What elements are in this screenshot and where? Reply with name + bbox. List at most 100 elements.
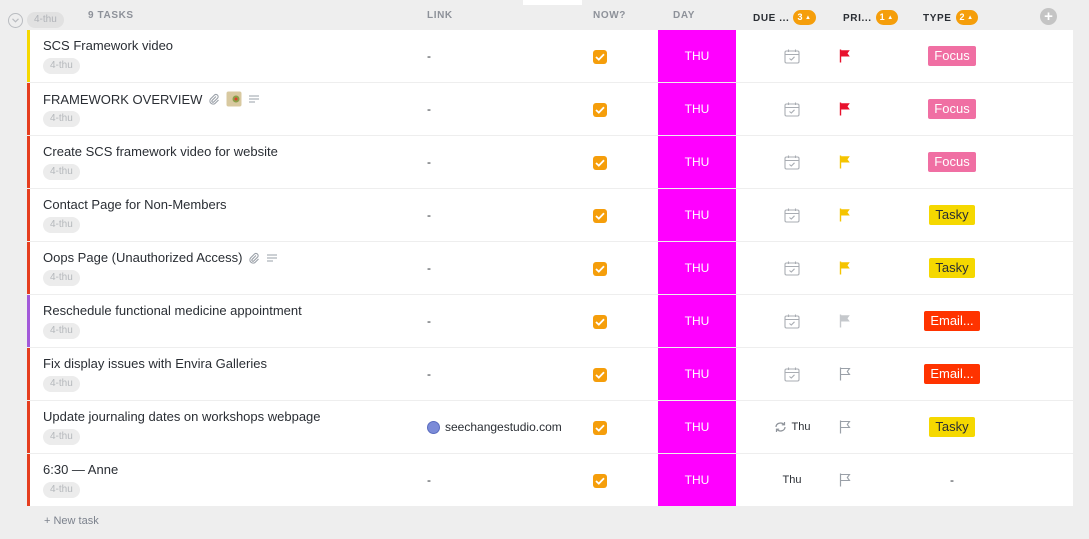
due-date-cell[interactable]: Thu xyxy=(757,401,827,453)
type-cell[interactable]: Email... xyxy=(907,348,997,400)
task-name[interactable]: Create SCS framework video for website xyxy=(43,144,278,159)
now-checkbox[interactable] xyxy=(593,209,607,223)
task-name-text[interactable]: Oops Page (Unauthorized Access) xyxy=(43,250,242,265)
priority-cell[interactable] xyxy=(839,242,859,294)
description-icon[interactable] xyxy=(266,253,278,263)
now-checkbox[interactable] xyxy=(593,156,607,170)
task-name[interactable]: 6:30 — Anne xyxy=(43,462,118,477)
due-date-cell[interactable] xyxy=(757,83,827,135)
day-cell[interactable]: THU xyxy=(658,454,736,506)
task-name[interactable]: FRAMEWORK OVERVIEW xyxy=(43,91,260,107)
now-checkbox[interactable] xyxy=(593,474,607,488)
day-cell[interactable]: THU xyxy=(658,242,736,294)
priority-cell[interactable] xyxy=(839,83,859,135)
task-status-tag[interactable]: 4-thu xyxy=(43,58,80,74)
task-name-text[interactable]: Create SCS framework video for website xyxy=(43,144,278,159)
type-badge[interactable]: Tasky xyxy=(929,417,975,437)
description-icon[interactable] xyxy=(248,94,260,104)
now-checkbox[interactable] xyxy=(593,262,607,276)
column-header-link[interactable]: LINK xyxy=(427,10,453,21)
type-cell[interactable]: Focus xyxy=(907,83,997,135)
task-status-tag[interactable]: 4-thu xyxy=(43,217,80,233)
priority-flag-icon[interactable] xyxy=(839,261,851,275)
due-date-cell[interactable] xyxy=(757,242,827,294)
due-date-cell[interactable] xyxy=(757,136,827,188)
task-name-text[interactable]: Fix display issues with Envira Galleries xyxy=(43,356,267,371)
task-name[interactable]: Fix display issues with Envira Galleries xyxy=(43,356,267,371)
now-checkbox[interactable] xyxy=(593,421,607,435)
task-row[interactable]: Update journaling dates on workshops web… xyxy=(27,401,1073,454)
task-name[interactable]: Update journaling dates on workshops web… xyxy=(43,409,321,424)
due-date-cell[interactable] xyxy=(757,295,827,347)
task-row[interactable]: Contact Page for Non-Members 4-thu - THU Tas… xyxy=(27,189,1073,242)
priority-flag-icon[interactable] xyxy=(839,420,851,434)
group-status-pill[interactable]: 4-thu xyxy=(27,12,64,28)
column-header-now[interactable]: NOW? xyxy=(593,10,626,21)
task-name-text[interactable]: Contact Page for Non-Members xyxy=(43,197,227,212)
task-status-tag[interactable]: 4-thu xyxy=(43,164,80,180)
due-date-cell[interactable] xyxy=(757,189,827,241)
task-name[interactable]: Reschedule functional medicine appointme… xyxy=(43,303,302,318)
now-checkbox[interactable] xyxy=(593,315,607,329)
type-badge[interactable]: Focus xyxy=(928,152,976,172)
task-name-text[interactable]: Update journaling dates on workshops web… xyxy=(43,409,321,424)
now-checkbox[interactable] xyxy=(593,50,607,64)
due-sort-badge[interactable]: 3 ▲ xyxy=(793,10,816,25)
now-checkbox[interactable] xyxy=(593,368,607,382)
task-status-tag[interactable]: 4-thu xyxy=(43,323,80,339)
due-date-cell[interactable] xyxy=(757,30,827,82)
priority-flag-icon[interactable] xyxy=(839,208,851,222)
priority-flag-icon[interactable] xyxy=(839,367,851,381)
task-row[interactable]: Fix display issues with Envira Galleries… xyxy=(27,348,1073,401)
task-row[interactable]: Create SCS framework video for website 4-… xyxy=(27,136,1073,189)
priority-cell[interactable] xyxy=(839,189,859,241)
task-name-text[interactable]: 6:30 — Anne xyxy=(43,462,118,477)
priority-cell[interactable] xyxy=(839,136,859,188)
task-name-text[interactable]: FRAMEWORK OVERVIEW xyxy=(43,92,202,107)
due-date-cell[interactable]: Thu xyxy=(757,454,827,506)
link-cell[interactable]: seechangestudio.com xyxy=(427,401,562,453)
task-status-tag[interactable]: 4-thu xyxy=(43,376,80,392)
type-badge[interactable]: Focus xyxy=(928,46,976,66)
type-cell[interactable]: Email... xyxy=(907,295,997,347)
now-checkbox[interactable] xyxy=(593,103,607,117)
day-cell[interactable]: THU xyxy=(658,295,736,347)
day-cell[interactable]: THU xyxy=(658,30,736,82)
paperclip-icon[interactable] xyxy=(208,93,220,105)
task-row[interactable]: Reschedule functional medicine appointme… xyxy=(27,295,1073,348)
type-cell[interactable]: Focus xyxy=(907,136,997,188)
day-cell[interactable]: THU xyxy=(658,348,736,400)
task-row[interactable]: FRAMEWORK OVERVIEW 4-thu - THU Focus xyxy=(27,83,1073,136)
type-cell[interactable]: Tasky xyxy=(907,189,997,241)
task-row[interactable]: SCS Framework video 4-thu - THU Focus xyxy=(27,30,1073,83)
type-badge[interactable]: Tasky xyxy=(929,205,975,225)
type-cell[interactable]: Tasky xyxy=(907,242,997,294)
type-sort-badge[interactable]: 2 ▲ xyxy=(955,10,978,25)
column-header-type[interactable]: TYPE 2 ▲ xyxy=(923,10,978,25)
priority-flag-icon[interactable] xyxy=(839,473,851,487)
column-header-day[interactable]: DAY xyxy=(673,10,695,21)
collapse-group-button[interactable] xyxy=(8,13,23,28)
add-column-button[interactable]: + xyxy=(1040,8,1057,25)
task-name-text[interactable]: Reschedule functional medicine appointme… xyxy=(43,303,302,318)
priority-cell[interactable] xyxy=(839,348,859,400)
priority-cell[interactable] xyxy=(839,30,859,82)
task-name-text[interactable]: SCS Framework video xyxy=(43,38,173,53)
type-cell[interactable]: Focus xyxy=(907,30,997,82)
priority-cell[interactable] xyxy=(839,295,859,347)
task-name[interactable]: Contact Page for Non-Members xyxy=(43,197,227,212)
task-status-tag[interactable]: 4-thu xyxy=(43,429,80,445)
day-cell[interactable]: THU xyxy=(658,136,736,188)
task-status-tag[interactable]: 4-thu xyxy=(43,482,80,498)
column-header-priority[interactable]: PRI... 1 ▲ xyxy=(843,10,898,25)
priority-cell[interactable] xyxy=(839,454,859,506)
due-date-cell[interactable] xyxy=(757,348,827,400)
priority-flag-icon[interactable] xyxy=(839,102,851,116)
priority-flag-icon[interactable] xyxy=(839,155,851,169)
new-task-button[interactable]: + New task xyxy=(44,515,99,527)
type-cell[interactable]: Tasky xyxy=(907,401,997,453)
thumbnail-icon[interactable] xyxy=(226,91,242,107)
link-text[interactable]: seechangestudio.com xyxy=(445,420,562,434)
day-cell[interactable]: THU xyxy=(658,83,736,135)
task-name[interactable]: SCS Framework video xyxy=(43,38,173,53)
